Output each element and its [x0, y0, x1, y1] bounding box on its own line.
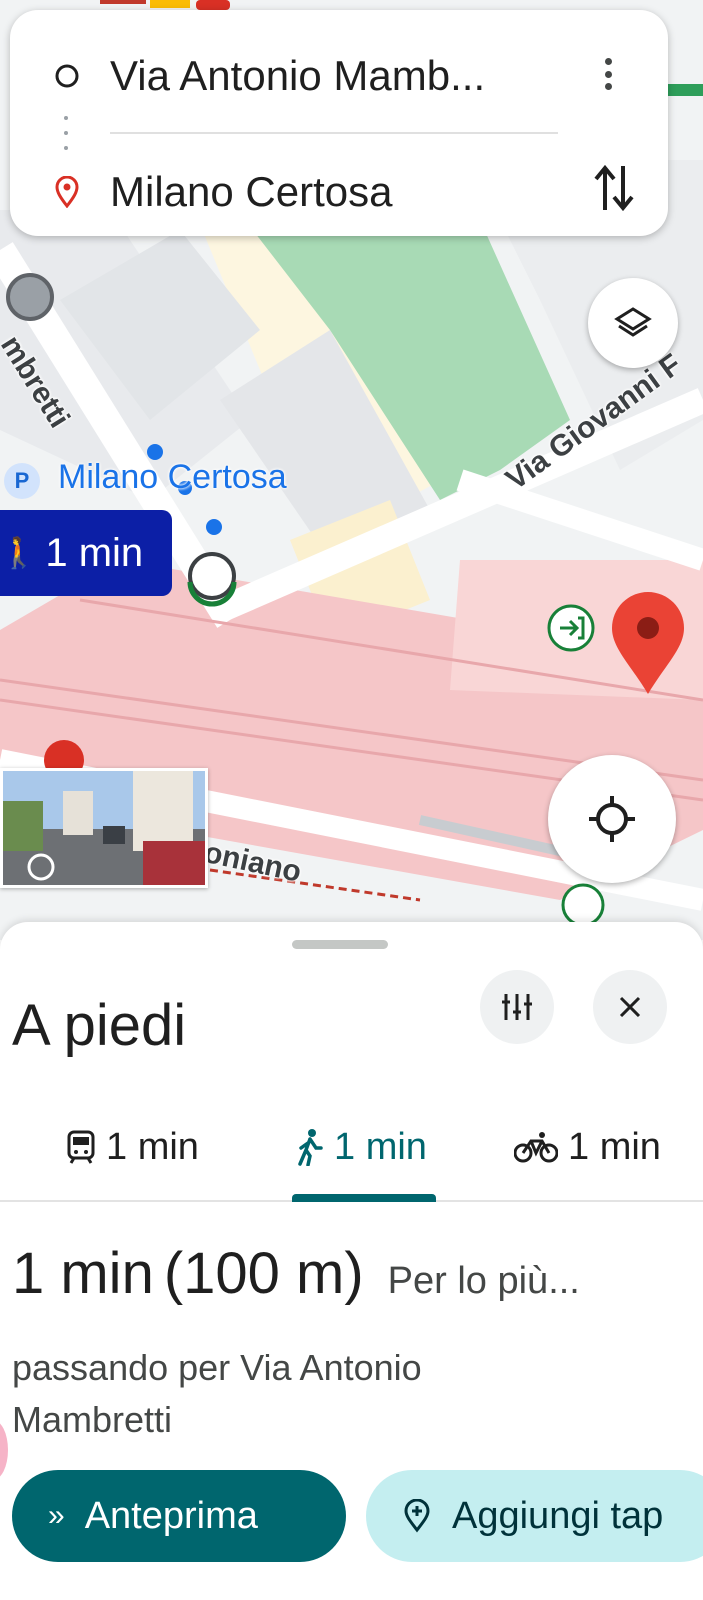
- close-icon: [619, 996, 641, 1018]
- walk-icon: 🚶: [0, 536, 38, 570]
- map-view[interactable]: mbretti Via Giovanni F oniano P Milano C…: [0, 0, 703, 940]
- destination-row[interactable]: Milano Certosa: [10, 156, 668, 228]
- add-stop-label: Aggiungi tap: [452, 1494, 664, 1537]
- origin-field[interactable]: Via Antonio Mamb...: [110, 52, 485, 100]
- entrance-icon[interactable]: [561, 883, 605, 927]
- tab-bike-label: 1 min: [568, 1125, 661, 1168]
- walk-icon: [298, 1129, 323, 1166]
- route-note: Per lo più...: [387, 1260, 580, 1302]
- route-distance: (100 m): [163, 1241, 364, 1306]
- walk-time-chip[interactable]: 🚶 1 min: [0, 510, 172, 596]
- start-marker: [6, 273, 54, 321]
- station-marker[interactable]: [188, 552, 236, 600]
- swap-vert-icon[interactable]: [590, 160, 638, 216]
- origin-circle-icon: [54, 63, 80, 89]
- bike-icon: [514, 1132, 558, 1163]
- directions-card: Via Antonio Mamb... Milano Certosa: [10, 10, 668, 236]
- route-dots-icon: [64, 116, 70, 150]
- route-options-button[interactable]: [480, 970, 554, 1044]
- route-time: 1 min: [12, 1241, 154, 1306]
- avatar-edge: [0, 1420, 8, 1480]
- preview-label: Anteprima: [84, 1494, 258, 1537]
- street-view-thumbnail[interactable]: [0, 768, 208, 888]
- divider: [110, 132, 558, 134]
- tab-walk[interactable]: 1 min: [296, 1092, 427, 1202]
- station-label[interactable]: Milano Certosa: [58, 458, 287, 497]
- tab-transit-label: 1 min: [106, 1125, 199, 1168]
- layers-button[interactable]: [588, 278, 678, 368]
- route-via: passando per Via Antonio Mambretti: [12, 1347, 422, 1440]
- crosshair-icon: [589, 796, 635, 842]
- sliders-icon: [502, 994, 532, 1020]
- walk-time-label: 1 min: [45, 530, 144, 575]
- close-button[interactable]: [593, 970, 667, 1044]
- more-vert-icon[interactable]: [588, 54, 628, 94]
- layers-icon: [614, 307, 652, 337]
- tab-transit[interactable]: 1 min: [66, 1092, 199, 1202]
- train-icon: [67, 1130, 95, 1164]
- my-location-button[interactable]: [548, 755, 676, 883]
- add-location-icon: [404, 1499, 430, 1533]
- directions-sheet: A piedi 1 min 1 min 1 min 1 min (100 m) …: [0, 922, 703, 1600]
- destination-field[interactable]: Milano Certosa: [110, 168, 392, 216]
- mode-title: A piedi: [12, 993, 187, 1058]
- tab-bike[interactable]: 1 min: [514, 1092, 661, 1202]
- route-dot: [206, 519, 222, 535]
- tab-walk-label: 1 min: [334, 1125, 427, 1168]
- add-stop-button[interactable]: Aggiungi tap: [366, 1470, 703, 1562]
- travel-mode-tabs: 1 min 1 min 1 min: [0, 1092, 703, 1202]
- drag-handle[interactable]: [292, 940, 388, 949]
- tab-selected-indicator: [292, 1194, 436, 1202]
- destination-pin-icon: [54, 176, 80, 208]
- double-chevron-icon: »: [48, 1499, 65, 1532]
- parking-icon: P: [4, 463, 40, 499]
- origin-row[interactable]: Via Antonio Mamb...: [10, 40, 668, 112]
- preview-button[interactable]: » Anteprima: [12, 1470, 346, 1562]
- route-summary[interactable]: 1 min (100 m) Per lo più...: [12, 1240, 580, 1307]
